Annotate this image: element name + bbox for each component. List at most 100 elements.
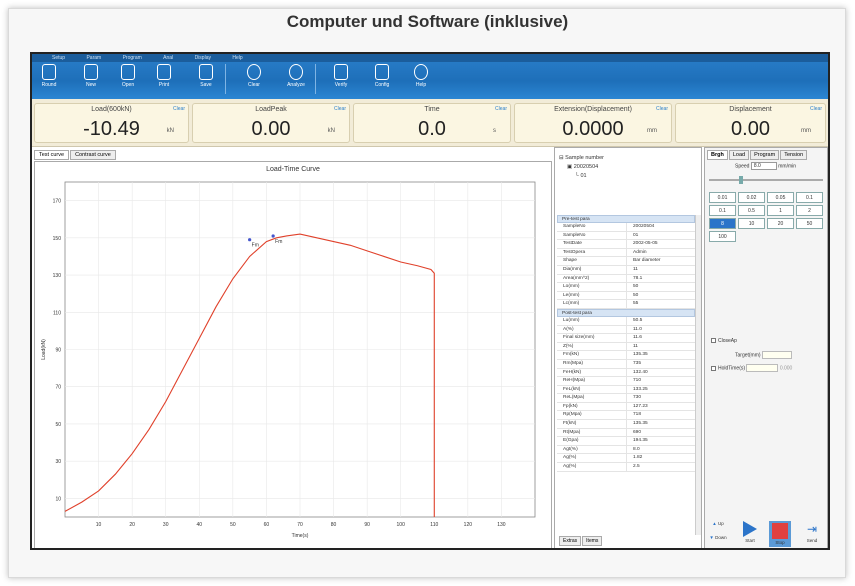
param-row[interactable]: A(%) 11.0 xyxy=(557,325,695,335)
param-key: A(%) xyxy=(557,325,627,334)
param-row[interactable]: ReL(Mpa) 730 xyxy=(557,394,695,403)
param-row[interactable]: Lc(mm) 55 xyxy=(557,300,695,309)
clear-link[interactable]: Clear xyxy=(334,106,346,112)
speed-preset-button[interactable]: 0.1 xyxy=(709,205,736,216)
param-row[interactable]: Lu(mm) 50.5 xyxy=(557,316,695,326)
param-row[interactable]: Ft(kN) 135.35 xyxy=(557,420,695,429)
holdtime-input[interactable] xyxy=(746,364,779,372)
tree-root[interactable]: ⊟ Sample number xyxy=(559,154,604,163)
speed-preset-button[interactable]: 0.5 xyxy=(738,205,765,216)
tab-program[interactable]: Program xyxy=(750,150,780,160)
down-button[interactable]: ▼ Down xyxy=(707,535,729,547)
param-value: 1.82 xyxy=(633,455,643,461)
round-button[interactable]: Round xyxy=(35,64,63,88)
param-value: 50 xyxy=(633,284,639,290)
param-row[interactable]: FeH(kN) 132.40 xyxy=(557,368,695,378)
param-row[interactable]: Rp(Mpa) 718 xyxy=(557,411,695,421)
param-row[interactable]: Le(mm) 50 xyxy=(557,291,695,301)
speed-preset-button[interactable]: 1 xyxy=(767,205,794,216)
open-button[interactable]: Open xyxy=(114,64,142,88)
print-button[interactable]: Print xyxy=(150,64,178,88)
param-row[interactable]: TestDate 2002-05-05 xyxy=(557,240,695,249)
speed-input[interactable]: 8.0 xyxy=(750,162,777,170)
tab-contrast-curve[interactable]: Contrast curve xyxy=(70,150,116,160)
scrollbar[interactable] xyxy=(695,215,701,535)
speed-preset-button[interactable]: 8 xyxy=(709,218,736,229)
chart-tabs: Test curve Contrast curve xyxy=(34,150,117,160)
config-button[interactable]: Config xyxy=(368,64,396,88)
help-button[interactable]: Help xyxy=(407,64,435,88)
param-row[interactable]: E(Gpa) 194.35 xyxy=(557,437,695,446)
clear-link[interactable]: Clear xyxy=(173,106,185,112)
tree-leaf[interactable]: └ 01 xyxy=(559,172,604,181)
tab-brgh[interactable]: Brgh xyxy=(707,150,728,160)
tab-items[interactable]: Items xyxy=(582,536,603,546)
menu-item[interactable]: Param xyxy=(86,54,101,62)
verify-button[interactable]: Verify xyxy=(327,64,355,88)
param-row[interactable]: Fm(kN) 135.35 xyxy=(557,351,695,360)
x-tick-label: 60 xyxy=(264,522,270,528)
speed-preset-button[interactable]: 100 xyxy=(709,231,736,242)
param-row[interactable]: Agt(%) 8.0 xyxy=(557,445,695,455)
annotation-label: Fm xyxy=(252,243,259,249)
run-controls: ▲ Up ▼ Down Start Stop ⇥ Send xyxy=(707,519,827,547)
param-row[interactable]: Dia(mm) 11 xyxy=(557,265,695,275)
x-tick-label: 20 xyxy=(129,522,135,528)
param-row[interactable]: Ag(%) 1.82 xyxy=(557,454,695,464)
stop-button[interactable]: Stop xyxy=(769,521,791,547)
speed-preset-button[interactable]: 2 xyxy=(796,205,823,216)
menu-item[interactable]: Display xyxy=(195,54,211,62)
tree-child[interactable]: ▣ 20020504 xyxy=(559,163,604,172)
target-input[interactable] xyxy=(761,351,792,359)
send-button[interactable]: ⇥ Send xyxy=(801,521,823,547)
param-row[interactable]: Fp(kN) 127.23 xyxy=(557,402,695,412)
param-row[interactable]: Final size(mm) 11.6 xyxy=(557,334,695,343)
speed-preset-button[interactable]: 0.01 xyxy=(709,192,736,203)
speed-preset-button[interactable]: 50 xyxy=(796,218,823,229)
param-value: 78.1 xyxy=(633,275,643,281)
param-row[interactable]: Rm(Mpa) 735 xyxy=(557,359,695,369)
param-row[interactable]: SampleNo 20020504 xyxy=(557,223,695,232)
speed-preset-button[interactable]: 0.1 xyxy=(796,192,823,203)
menu-item[interactable]: Anal xyxy=(163,54,173,62)
param-section-header[interactable]: Pre-test para xyxy=(557,215,695,223)
play-icon xyxy=(743,521,757,537)
param-row[interactable]: Area(mm^2) 78.1 xyxy=(557,274,695,284)
param-row[interactable]: Ag(%) 2.5 xyxy=(557,463,695,472)
page-title: Computer und Software (inklusive) xyxy=(286,12,569,31)
param-section-header[interactable]: Post-test para xyxy=(557,308,695,317)
tab-tension[interactable]: Tension xyxy=(780,150,808,160)
param-row[interactable]: Lo(mm) 50 xyxy=(557,283,695,292)
param-row[interactable]: SampleNo 01 xyxy=(557,231,695,241)
clear-link[interactable]: Clear xyxy=(810,106,822,112)
param-row[interactable]: TestOpera Admin xyxy=(557,248,695,258)
speed-preset-button[interactable]: 0.05 xyxy=(767,192,794,203)
menu-item[interactable]: Setup xyxy=(52,54,65,62)
clear-link[interactable]: Clear xyxy=(656,106,668,112)
menu-item[interactable]: Help xyxy=(232,54,242,62)
speed-preset-button[interactable]: 10 xyxy=(738,218,765,229)
clear-button[interactable]: Clear xyxy=(240,64,268,88)
checkbox-icon[interactable] xyxy=(711,365,716,371)
param-row[interactable]: Shape Bar diameter xyxy=(557,257,695,266)
start-button[interactable]: Start xyxy=(739,521,761,547)
param-row[interactable]: FeL(kN) 133.25 xyxy=(557,385,695,395)
tab-test-curve[interactable]: Test curve xyxy=(34,150,70,160)
clear-link[interactable]: Clear xyxy=(495,106,507,112)
speed-preset-button[interactable]: 20 xyxy=(767,218,794,229)
param-row[interactable]: Rt(Mpa) 690 xyxy=(557,428,695,438)
closeap-checkbox[interactable]: CloseAp xyxy=(711,338,737,344)
menu-item[interactable]: Program xyxy=(123,54,142,62)
analyze-button[interactable]: Analyze xyxy=(282,64,310,88)
tab-extras[interactable]: Extras xyxy=(559,536,582,546)
y-tick-label: 10 xyxy=(55,496,61,502)
param-row[interactable]: ReH(Mpa) 710 xyxy=(557,377,695,386)
save-button[interactable]: Save xyxy=(192,64,220,88)
tab-load[interactable]: Load xyxy=(728,150,750,160)
speed-slider[interactable] xyxy=(709,176,823,184)
slider-knob[interactable] xyxy=(739,176,743,184)
speed-preset-button[interactable]: 0.02 xyxy=(738,192,765,203)
up-button[interactable]: ▲ Up xyxy=(707,521,729,533)
param-row[interactable]: Z(%) 11 xyxy=(557,342,695,352)
new-button[interactable]: New xyxy=(77,64,105,88)
